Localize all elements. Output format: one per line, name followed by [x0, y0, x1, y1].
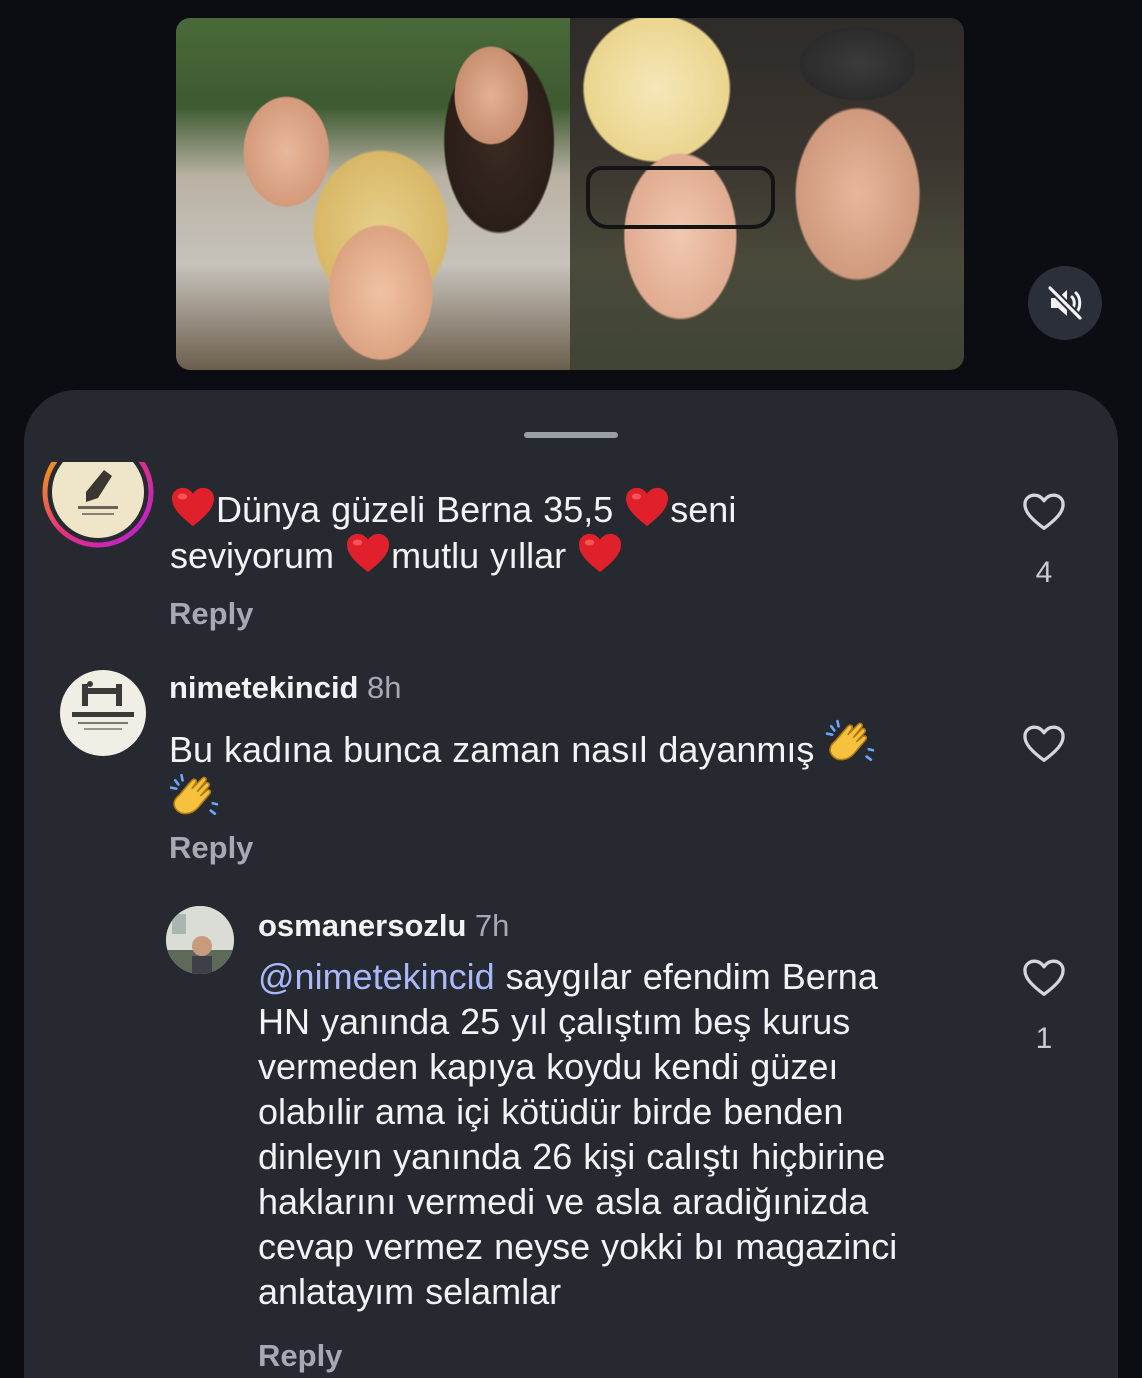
comment-text: Dünya güzeli Berna 35,5 seni seviyorum m…	[170, 486, 990, 578]
red-heart-emoji-icon	[345, 532, 391, 574]
like-count: 1	[1035, 1022, 1053, 1055]
story-ring-avatar-icon	[42, 462, 154, 548]
like-group: 1	[1022, 958, 1066, 1056]
clapping-hands-emoji-icon	[169, 772, 219, 822]
comment-text-part: seviyorum	[170, 535, 335, 576]
heart-outline-icon[interactable]	[1022, 958, 1066, 998]
sewing-machine-logo-icon	[72, 681, 134, 730]
comment-text: @nimetekincid saygılar efendim Berna HN …	[258, 954, 998, 1314]
comment-header: nimetekincid 8h	[169, 670, 401, 706]
comment-line: dinleyın yanında 26 kişi calıştı hiçbiri…	[258, 1136, 886, 1177]
avatar[interactable]	[42, 462, 154, 550]
comment-item: nimetekincid 8h Bu kadına bunca zaman na…	[24, 660, 1118, 880]
comment-text-part: mutlu yıllar	[391, 535, 567, 576]
comment-line: saygılar efendim Berna	[505, 956, 878, 997]
comment-header: osmanersozlu 7h	[258, 908, 509, 944]
timestamp: 8h	[366, 670, 402, 705]
username[interactable]: nimetekincid	[169, 670, 359, 705]
red-heart-emoji-icon	[170, 486, 216, 528]
like-count: 4	[1035, 556, 1053, 589]
photo-group-selfie	[176, 18, 570, 370]
avatar[interactable]	[166, 906, 234, 974]
comment-text-body: Bu kadına bunca zaman nasıl dayanmış	[169, 729, 815, 770]
user-photo-icon	[166, 906, 234, 974]
reply-button[interactable]: Reply	[258, 1338, 342, 1374]
heart-outline-icon[interactable]	[1022, 724, 1066, 764]
reply-button[interactable]: Reply	[169, 596, 253, 632]
mention-link[interactable]: @nimetekincid	[258, 956, 495, 997]
comments-sheet: Dünya güzeli Berna 35,5 seni seviyorum m…	[24, 390, 1118, 1378]
avatar[interactable]	[60, 670, 146, 756]
clapping-hands-emoji-icon	[825, 718, 875, 768]
comment-reply-item: osmanersozlu 7h @nimetekincid saygılar e…	[24, 898, 1118, 1378]
comment-line: haklarını vermedi ve asla aradiğınizda	[258, 1181, 869, 1222]
like-group	[1022, 724, 1066, 764]
like-group: 4	[1022, 492, 1066, 590]
comment-line: cevap vermez neyse yokki bı magazinci	[258, 1226, 898, 1267]
comment-item: Dünya güzeli Berna 35,5 seni seviyorum m…	[24, 390, 1118, 650]
speaker-muted-icon	[1046, 284, 1084, 322]
comment-text: Bu kadına bunca zaman nasıl dayanmış	[169, 718, 949, 826]
red-heart-emoji-icon	[624, 486, 670, 528]
timestamp: 7h	[474, 908, 510, 943]
comments-screen: Dünya güzeli Berna 35,5 seni seviyorum m…	[0, 0, 1142, 1378]
heart-outline-icon[interactable]	[1022, 492, 1066, 532]
comment-line: olabılir ama içi kötüdür birde benden	[258, 1091, 844, 1132]
comment-line: anlatayım selamlar	[258, 1271, 562, 1312]
glasses-shape	[585, 165, 775, 230]
comment-text-part: Dünya güzeli Berna 35,5	[216, 489, 614, 530]
mute-button[interactable]	[1028, 266, 1102, 340]
reply-button[interactable]: Reply	[169, 830, 253, 866]
red-heart-emoji-icon	[577, 532, 623, 574]
username[interactable]: osmanersozlu	[258, 908, 466, 943]
photo-couple-selfie	[570, 18, 964, 370]
media-preview[interactable]	[176, 18, 964, 370]
comment-text-part: seni	[670, 489, 737, 530]
comment-line: HN yanında 25 yıl çalıştım beş kurus	[258, 1001, 851, 1042]
comment-line: vermeden kapıya koydu kendi güzeı	[258, 1046, 839, 1087]
